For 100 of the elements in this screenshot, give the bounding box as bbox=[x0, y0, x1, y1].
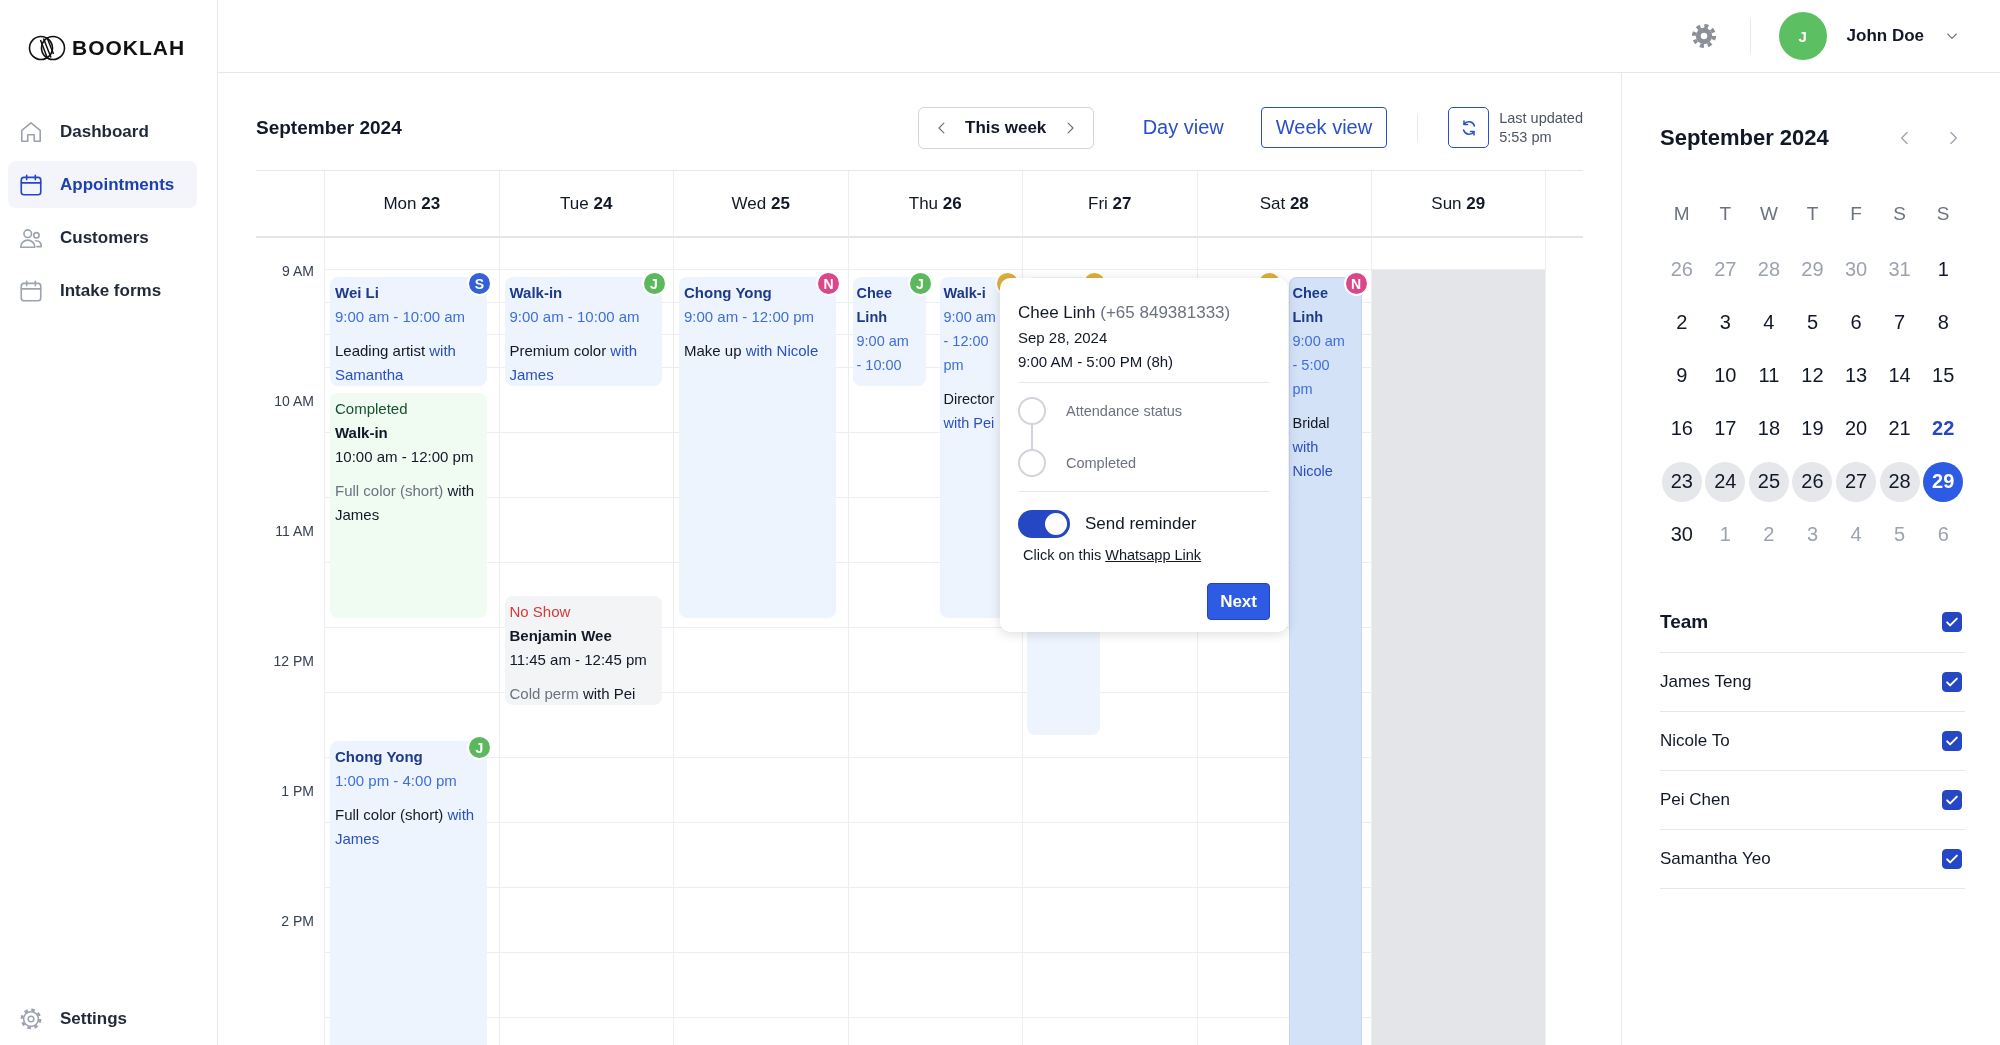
refresh-button[interactable] bbox=[1448, 107, 1490, 148]
date-cell[interactable]: 10 bbox=[1705, 355, 1746, 396]
whatsapp-hint: Click on this Whatsapp Link bbox=[1023, 547, 1203, 563]
nav-item[interactable]: Intake forms bbox=[8, 267, 197, 314]
client-name: Chee Linh bbox=[856, 284, 893, 327]
step-label: Attendance status bbox=[1066, 403, 1183, 419]
time-range: 9:00 am - 10:00 bbox=[856, 332, 910, 375]
weekday-label: T bbox=[1806, 203, 1819, 225]
service-text: Cold perm with Pei bbox=[509, 684, 636, 704]
date-cell[interactable]: 12 bbox=[1792, 355, 1833, 396]
next-button[interactable]: Next bbox=[1207, 583, 1270, 620]
time-label: 10 AM bbox=[273, 392, 315, 411]
client-contact: Chee Linh (+65 849381333) bbox=[1018, 302, 1232, 324]
client-name: Walk-i bbox=[943, 284, 986, 303]
service-text: Bridal with Nicole bbox=[1292, 414, 1334, 481]
date-cell[interactable]: 13 bbox=[1836, 355, 1877, 396]
user-name: John Doe bbox=[1846, 26, 1924, 46]
time-label: 2 PM bbox=[280, 912, 315, 931]
service-text: Full color (short) with James bbox=[335, 805, 476, 849]
day-header: Thu 26 bbox=[847, 171, 1022, 237]
nav-item[interactable]: Appointments bbox=[8, 161, 197, 208]
time-label: 1 PM bbox=[280, 782, 315, 801]
client-name: Walk-in bbox=[335, 423, 388, 443]
date-cell[interactable]: 8 bbox=[1923, 302, 1964, 343]
client-name: Wei Li bbox=[335, 283, 379, 303]
date-cell[interactable]: 14 bbox=[1879, 355, 1920, 396]
checkbox[interactable] bbox=[1942, 731, 1962, 751]
weekday-label: W bbox=[1759, 203, 1778, 225]
date-cell[interactable]: 5 bbox=[1792, 302, 1833, 343]
member-name: Samantha Yeo bbox=[1660, 849, 1771, 869]
settings-link[interactable]: Settings bbox=[8, 995, 197, 1042]
logo-icon bbox=[28, 35, 66, 61]
date-cell[interactable]: 23 bbox=[1661, 461, 1702, 502]
date-cell[interactable]: 17 bbox=[1705, 408, 1746, 449]
checkbox[interactable] bbox=[1942, 672, 1962, 692]
reminder-toggle[interactable] bbox=[1018, 510, 1070, 538]
date-cell[interactable]: 16 bbox=[1661, 408, 1702, 449]
date-cell[interactable]: 2 bbox=[1661, 302, 1702, 343]
date-cell[interactable]: 7 bbox=[1879, 302, 1920, 343]
day-header: Wed 25 bbox=[673, 171, 848, 237]
service-text: Make up with Nicole bbox=[684, 341, 819, 361]
checkbox[interactable] bbox=[1942, 611, 1962, 632]
date-cell[interactable]: 15 bbox=[1923, 355, 1964, 396]
team-title: Team bbox=[1660, 610, 1709, 633]
nav-item[interactable]: Customers bbox=[8, 214, 197, 261]
date-cell[interactable]: 28 bbox=[1879, 461, 1920, 502]
day-header: Fri 27 bbox=[1022, 171, 1197, 237]
client-name: Chong Yong bbox=[335, 747, 423, 767]
client-name: Chong Yong bbox=[684, 283, 772, 303]
appointment-card[interactable]: No Show Benjamin Wee 11:45 am - 12:45 pm Cold perm with Pei bbox=[504, 596, 662, 705]
date-cell[interactable]: 19 bbox=[1792, 408, 1833, 449]
day-header: Sat 28 bbox=[1196, 171, 1371, 237]
date-cell[interactable]: 29 bbox=[1923, 461, 1964, 502]
date-cell[interactable]: 30 bbox=[1661, 514, 1702, 555]
time-label: 9 AM bbox=[281, 262, 315, 281]
checkbox[interactable] bbox=[1942, 790, 1962, 810]
service-text: Leading artist with Samantha bbox=[335, 341, 457, 385]
time-range: 9:00 am - 10:00 am bbox=[335, 307, 466, 327]
appointment-card[interactable]: Completed Walk-in 10:00 am - 12:00 pm Full color (short) with James bbox=[330, 393, 487, 618]
date-cell[interactable]: 18 bbox=[1748, 408, 1789, 449]
calendar-icon bbox=[18, 171, 44, 198]
staff-avatar: J bbox=[467, 735, 492, 760]
weekday-label: M bbox=[1673, 203, 1690, 225]
view-tab[interactable]: Week view bbox=[1260, 107, 1388, 148]
date-cell[interactable]: 3 bbox=[1705, 302, 1746, 343]
last-updated-time: 5:53 pm bbox=[1499, 127, 1553, 147]
client-name: Chee Linh bbox=[1292, 284, 1329, 327]
time-label: 12 PM bbox=[272, 652, 315, 671]
calendar-icon bbox=[18, 277, 44, 304]
date-cell[interactable]: 11 bbox=[1748, 355, 1789, 396]
time-range: 1:00 pm - 4:00 pm bbox=[335, 771, 457, 791]
date-cell[interactable]: 1 bbox=[1923, 249, 1964, 290]
time-range: 9:00 am - 5:00 pm bbox=[1292, 332, 1346, 399]
weekday-label: T bbox=[1719, 203, 1732, 225]
whatsapp-link[interactable]: Whatsapp Link bbox=[1105, 547, 1202, 563]
date-cell[interactable]: 21 bbox=[1879, 408, 1920, 449]
nav-item[interactable]: Dashboard bbox=[8, 108, 197, 155]
date-cell[interactable]: 20 bbox=[1836, 408, 1877, 449]
weekday-label: S bbox=[1936, 203, 1950, 225]
date-cell[interactable]: 22 bbox=[1923, 408, 1964, 449]
staff-avatar: N bbox=[1343, 271, 1369, 296]
checkbox[interactable] bbox=[1942, 849, 1962, 869]
date-cell[interactable]: 6 bbox=[1836, 302, 1877, 343]
settings-button[interactable] bbox=[1689, 22, 1718, 50]
date-cell[interactable]: 9 bbox=[1661, 355, 1702, 396]
date-cell[interactable]: 27 bbox=[1836, 461, 1877, 502]
calendar-title: September 2024 bbox=[256, 116, 402, 139]
week-label[interactable]: This week bbox=[965, 117, 1047, 138]
month-title: September 2024 bbox=[1660, 125, 1829, 151]
date-cell[interactable]: 25 bbox=[1748, 461, 1789, 502]
service-text: Director with Pei bbox=[943, 390, 996, 433]
day-header: Mon 23 bbox=[324, 171, 499, 237]
staff-avatar: S bbox=[467, 271, 492, 296]
appointment-date: Sep 28, 2024 bbox=[1018, 328, 1109, 348]
step-label: Completed bbox=[1066, 455, 1137, 471]
view-tab[interactable]: Day view bbox=[1127, 107, 1239, 148]
date-cell[interactable]: 26 bbox=[1792, 461, 1833, 502]
date-cell[interactable]: 4 bbox=[1748, 302, 1789, 343]
date-cell[interactable]: 24 bbox=[1705, 461, 1746, 502]
member-name: James Teng bbox=[1660, 672, 1752, 692]
